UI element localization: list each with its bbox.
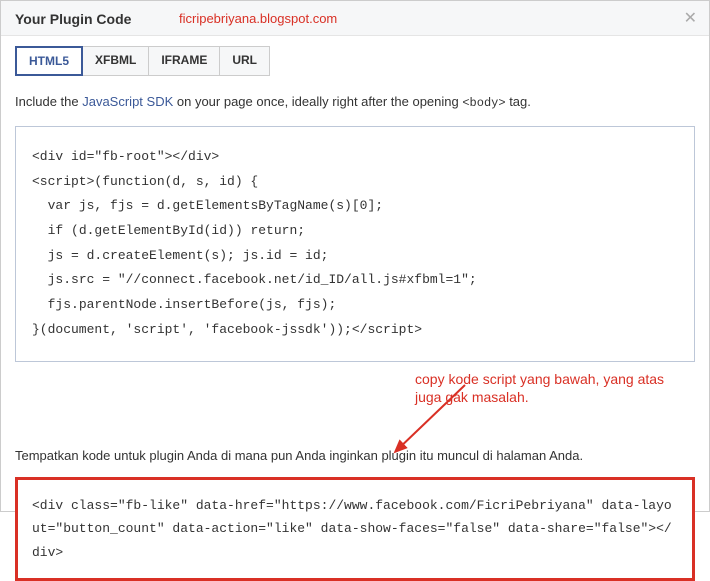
close-icon[interactable]: ✕ <box>684 11 697 27</box>
annotation-text: copy kode script yang bawah, yang atas j… <box>415 370 675 408</box>
tab-bar: HTML5 XFBML IFRAME URL <box>1 36 709 92</box>
js-sdk-link[interactable]: JavaScript SDK <box>82 94 173 109</box>
tab-html5[interactable]: HTML5 <box>15 46 83 76</box>
annotation-wrapper: copy kode script yang bawah, yang atas j… <box>15 370 695 440</box>
plugin-code-dialog: Your Plugin Code ficripebriyana.blogspot… <box>0 0 710 512</box>
watermark-text: ficripebriyana.blogspot.com <box>179 11 337 26</box>
dialog-title: Your Plugin Code <box>15 11 131 27</box>
tab-iframe[interactable]: IFRAME <box>148 46 220 76</box>
plugin-code-box[interactable]: <div class="fb-like" data-href="https://… <box>15 477 695 581</box>
instruction-prefix: Include the <box>15 94 82 109</box>
sdk-code-box[interactable]: <div id="fb-root"></div> <script>(functi… <box>15 126 695 362</box>
tab-url[interactable]: URL <box>219 46 270 76</box>
tab-xfbml[interactable]: XFBML <box>82 46 149 76</box>
sdk-instruction: Include the JavaScript SDK on your page … <box>15 92 695 112</box>
dialog-content: Include the JavaScript SDK on your page … <box>1 92 709 581</box>
placement-instruction: Tempatkan kode untuk plugin Anda di mana… <box>15 446 695 466</box>
dialog-header: Your Plugin Code ficripebriyana.blogspot… <box>1 1 709 36</box>
body-tag-code: <body> <box>462 96 505 110</box>
instruction-tail: tag. <box>506 94 531 109</box>
instruction-suffix: on your page once, ideally right after t… <box>173 94 462 109</box>
